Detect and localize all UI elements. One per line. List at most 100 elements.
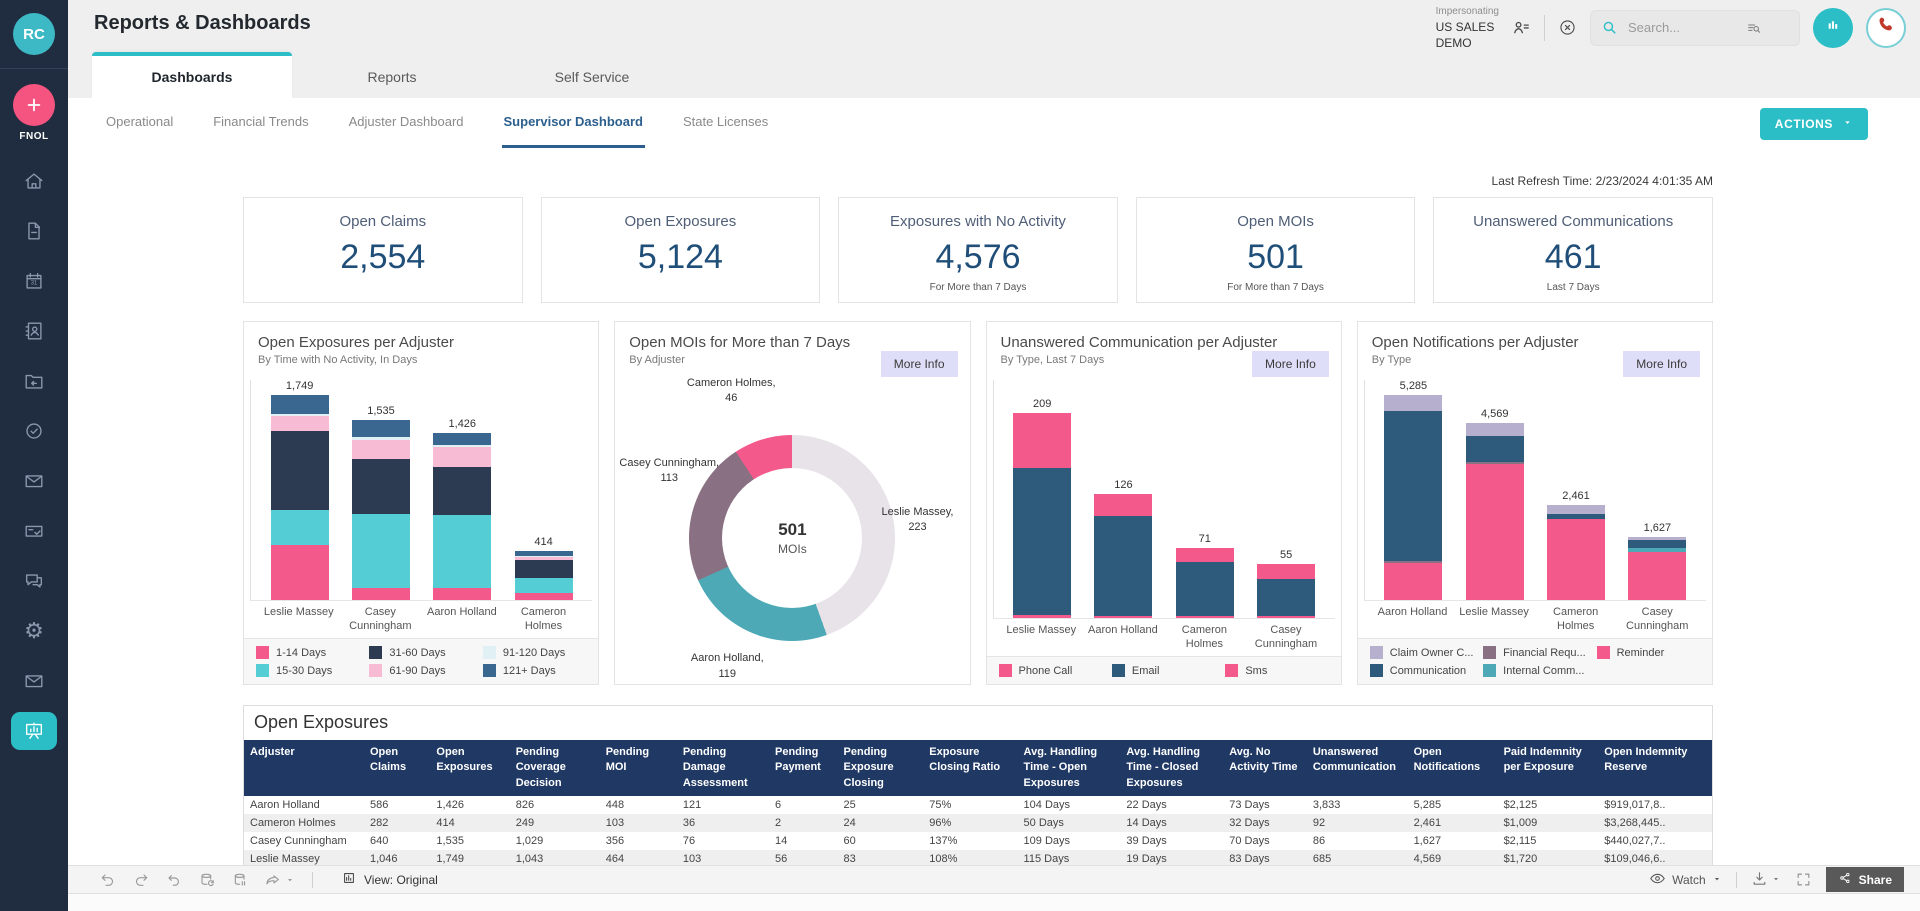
tab-reports[interactable]: Reports xyxy=(292,52,492,98)
column-header-pending-exposure-closing[interactable]: Pending Exposure Closing xyxy=(838,740,924,796)
cell: 448 xyxy=(600,796,677,814)
phone-button[interactable] xyxy=(1866,8,1906,48)
kpi-subtitle: For More than 7 Days xyxy=(1137,282,1415,293)
more-info-button[interactable]: More Info xyxy=(881,351,958,377)
bar-total-label: 5,285 xyxy=(1400,380,1428,392)
bar-segment-claim-owner-c xyxy=(1466,423,1524,436)
column-header-unanswered-communication[interactable]: Unanswered Communication xyxy=(1307,740,1408,796)
column-header-exposure-closing-ratio[interactable]: Exposure Closing Ratio xyxy=(923,740,1017,796)
column-header-open-claims[interactable]: Open Claims xyxy=(364,740,430,796)
sidebar-item-contacts[interactable] xyxy=(0,306,68,356)
viz-toolbar: View: Original Watch Share xyxy=(68,865,1920,894)
stop-impersonating-icon[interactable] xyxy=(1558,18,1577,37)
legend-label: 61-90 Days xyxy=(389,665,445,677)
legend-item-financial-requ: Financial Requ... xyxy=(1483,646,1586,659)
column-header-pending-damage-assessment[interactable]: Pending Damage Assessment xyxy=(677,740,769,796)
cell: 1,535 xyxy=(430,832,509,850)
bar-total-label: 1,627 xyxy=(1644,522,1672,534)
bar-column-leslie-massey: 1,749 xyxy=(259,380,340,600)
sidebar-item-calendar[interactable]: 31 xyxy=(0,256,68,306)
bar-segment-reminder xyxy=(1547,519,1605,600)
badge-check-icon xyxy=(11,412,57,450)
bar-segment-121-days xyxy=(352,420,410,437)
search-input[interactable] xyxy=(1626,19,1738,36)
more-info-button[interactable]: More Info xyxy=(1252,351,1329,377)
column-header-open-indemnity-reserve[interactable]: Open Indemnity Reserve xyxy=(1598,740,1712,796)
tab-self-service[interactable]: Self Service xyxy=(492,52,692,98)
bar-stack xyxy=(271,395,329,600)
sidebar-item-mail[interactable] xyxy=(0,456,68,506)
subtab-supervisor-dashboard[interactable]: Supervisor Dashboard xyxy=(502,98,645,148)
sidebar-item-presentation[interactable] xyxy=(0,706,68,756)
column-header-pending-payment[interactable]: Pending Payment xyxy=(769,740,838,796)
sidebar-item-badge-check[interactable] xyxy=(0,406,68,456)
sidebar-item-chat[interactable] xyxy=(0,556,68,606)
person-list-icon[interactable] xyxy=(1512,18,1531,37)
donut-plot: 501MOIsLeslie Massey,223Aaron Holland,11… xyxy=(615,380,969,684)
cell: Aaron Holland xyxy=(244,796,364,814)
sidebar-item-settings[interactable]: ⚙ xyxy=(0,606,68,656)
refresh-data-icon[interactable] xyxy=(199,872,215,888)
cell: $919,017,8.. xyxy=(1598,796,1712,814)
footer-strip xyxy=(68,894,1920,911)
watch-button[interactable]: Watch xyxy=(1649,870,1722,890)
cell: 73 Days xyxy=(1223,796,1307,814)
sidebar-item-home[interactable] xyxy=(0,156,68,206)
reports-shortcut-button[interactable] xyxy=(1813,8,1853,48)
column-header-pending-coverage-decision[interactable]: Pending Coverage Decision xyxy=(510,740,600,796)
legend-label: Reminder xyxy=(1617,647,1665,659)
impersonating-value-1: US SALES xyxy=(1436,19,1499,35)
subtab-operational[interactable]: Operational xyxy=(104,98,175,148)
table-row: Casey Cunningham6401,5351,02935676146013… xyxy=(244,832,1712,850)
column-header-adjuster[interactable]: Adjuster xyxy=(244,740,364,796)
subtab-financial-trends[interactable]: Financial Trends xyxy=(211,98,310,148)
column-header-open-notifications[interactable]: Open Notifications xyxy=(1408,740,1498,796)
tab-dashboards[interactable]: Dashboards xyxy=(92,52,292,98)
column-header-pending-moi[interactable]: Pending MOI xyxy=(600,740,677,796)
category-axis: Aaron HollandLeslie MasseyCameron Holmes… xyxy=(1364,601,1706,638)
cell: $1,009 xyxy=(1498,814,1599,832)
bar-segment-31-60-days xyxy=(515,560,573,578)
legend-label: 31-60 Days xyxy=(389,647,445,659)
cell: 2,461 xyxy=(1408,814,1498,832)
actions-button[interactable]: ACTIONS xyxy=(1760,108,1868,140)
bar-plot: 5,2854,5692,4611,627 xyxy=(1364,380,1706,601)
cell: 3,833 xyxy=(1307,796,1408,814)
cell: 137% xyxy=(923,832,1017,850)
view-original-button[interactable]: View: Original xyxy=(342,871,438,888)
undo-icon[interactable] xyxy=(100,872,116,888)
legend-item-claim-owner-c: Claim Owner C... xyxy=(1370,646,1473,659)
avatar[interactable]: RC xyxy=(13,13,55,55)
sidebar-item-mail-alt[interactable] xyxy=(0,656,68,706)
toolbar-left: View: Original xyxy=(100,871,438,888)
redo-icon[interactable] xyxy=(133,872,149,888)
forward-icon[interactable] xyxy=(265,872,295,888)
share-button[interactable]: Share xyxy=(1826,867,1904,892)
bar-stack xyxy=(1384,395,1442,600)
subtab-adjuster-dashboard[interactable]: Adjuster Dashboard xyxy=(347,98,466,148)
eye-icon xyxy=(1649,870,1666,890)
pause-updates-icon[interactable] xyxy=(232,872,248,888)
column-header-avg-handling-time-closed-exposures[interactable]: Avg. Handling Time - Closed Exposures xyxy=(1120,740,1223,796)
fullscreen-icon[interactable] xyxy=(1795,871,1812,888)
legend-swatch xyxy=(1597,646,1610,659)
download-button[interactable] xyxy=(1751,870,1781,890)
category-label: Leslie Massey xyxy=(1001,624,1083,652)
column-header-avg-no-activity-time[interactable]: Avg. No Activity Time xyxy=(1223,740,1307,796)
bar-segment-1-14-days xyxy=(433,588,491,600)
subtab-state-licenses[interactable]: State Licenses xyxy=(681,98,770,148)
column-header-open-exposures[interactable]: Open Exposures xyxy=(430,740,509,796)
cell: 6 xyxy=(769,796,838,814)
sidebar-item-card-check[interactable] xyxy=(0,506,68,556)
column-header-avg-handling-time-open-exposures[interactable]: Avg. Handling Time - Open Exposures xyxy=(1018,740,1121,796)
revert-icon[interactable] xyxy=(166,872,182,888)
sidebar-item-document[interactable] xyxy=(0,206,68,256)
more-info-button[interactable]: More Info xyxy=(1623,351,1700,377)
bar-segment-communication xyxy=(1628,540,1686,547)
fnol-button[interactable]: FNOL xyxy=(13,84,55,142)
sidebar-item-folder-history[interactable] xyxy=(0,356,68,406)
chart-title: Open MOIs for More than 7 Days xyxy=(629,334,955,351)
advanced-search-icon[interactable] xyxy=(1746,20,1762,36)
column-header-paid-indemnity-per-exposure[interactable]: Paid Indemnity per Exposure xyxy=(1498,740,1599,796)
cell: 36 xyxy=(677,814,769,832)
